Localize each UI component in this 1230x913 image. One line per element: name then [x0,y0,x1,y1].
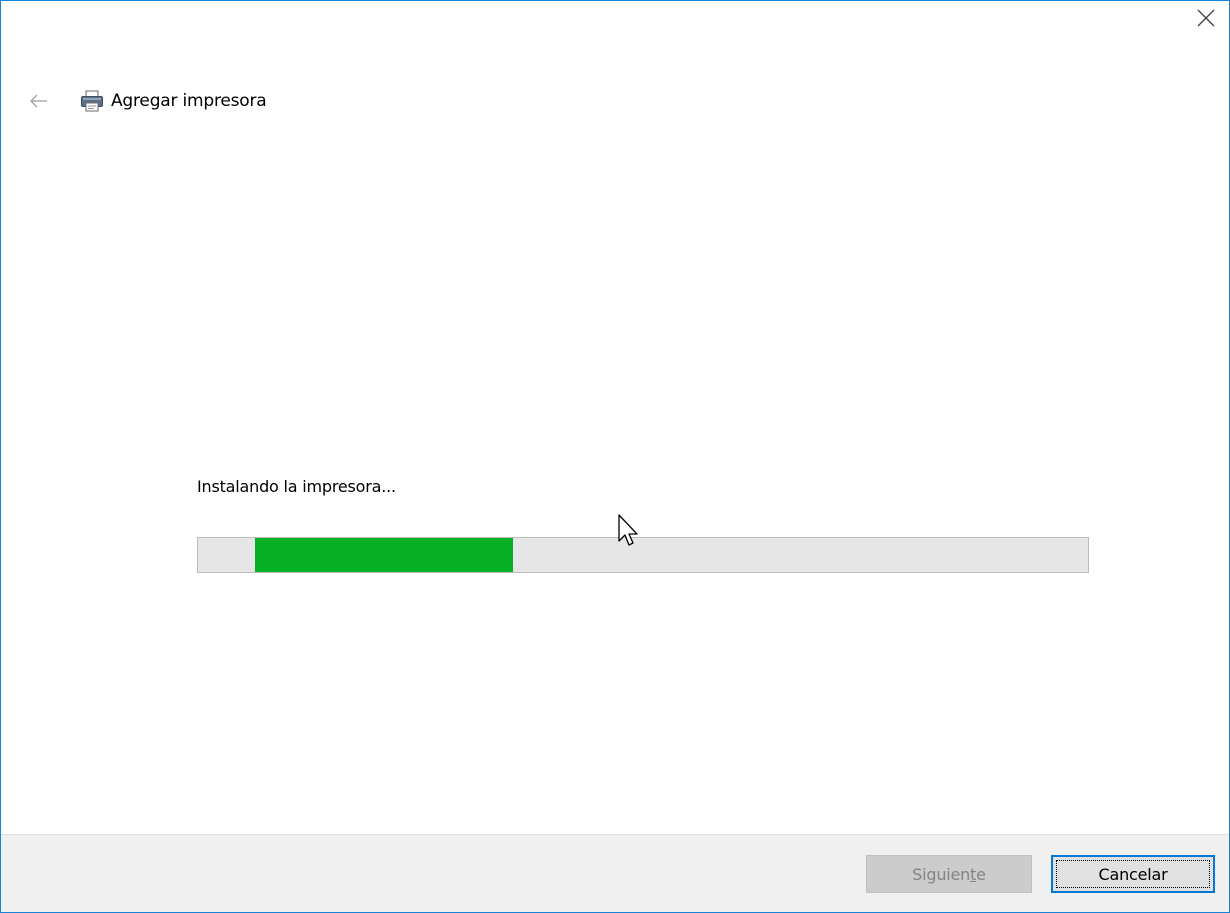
back-button[interactable] [23,85,55,117]
close-icon [1197,9,1215,27]
dialog-footer: Siguiente Cancelar [1,834,1229,912]
install-progress-bar [197,537,1089,573]
cancel-button-label: Cancelar [1098,864,1168,884]
dialog-title: Agregar impresora [111,91,267,111]
add-printer-dialog: Agregar impresora Instalando la impresor… [0,0,1230,913]
next-button-label: Siguiente [912,864,986,884]
next-button[interactable]: Siguiente [866,855,1032,893]
dialog-header: Agregar impresora [23,85,267,117]
close-button[interactable] [1183,1,1229,35]
back-arrow-icon [30,94,47,108]
printer-icon [79,88,105,114]
cancel-button[interactable]: Cancelar [1051,855,1215,893]
mouse-cursor-icon [618,514,638,546]
install-status-text: Instalando la impresora... [197,477,396,496]
progress-fill [255,538,513,572]
